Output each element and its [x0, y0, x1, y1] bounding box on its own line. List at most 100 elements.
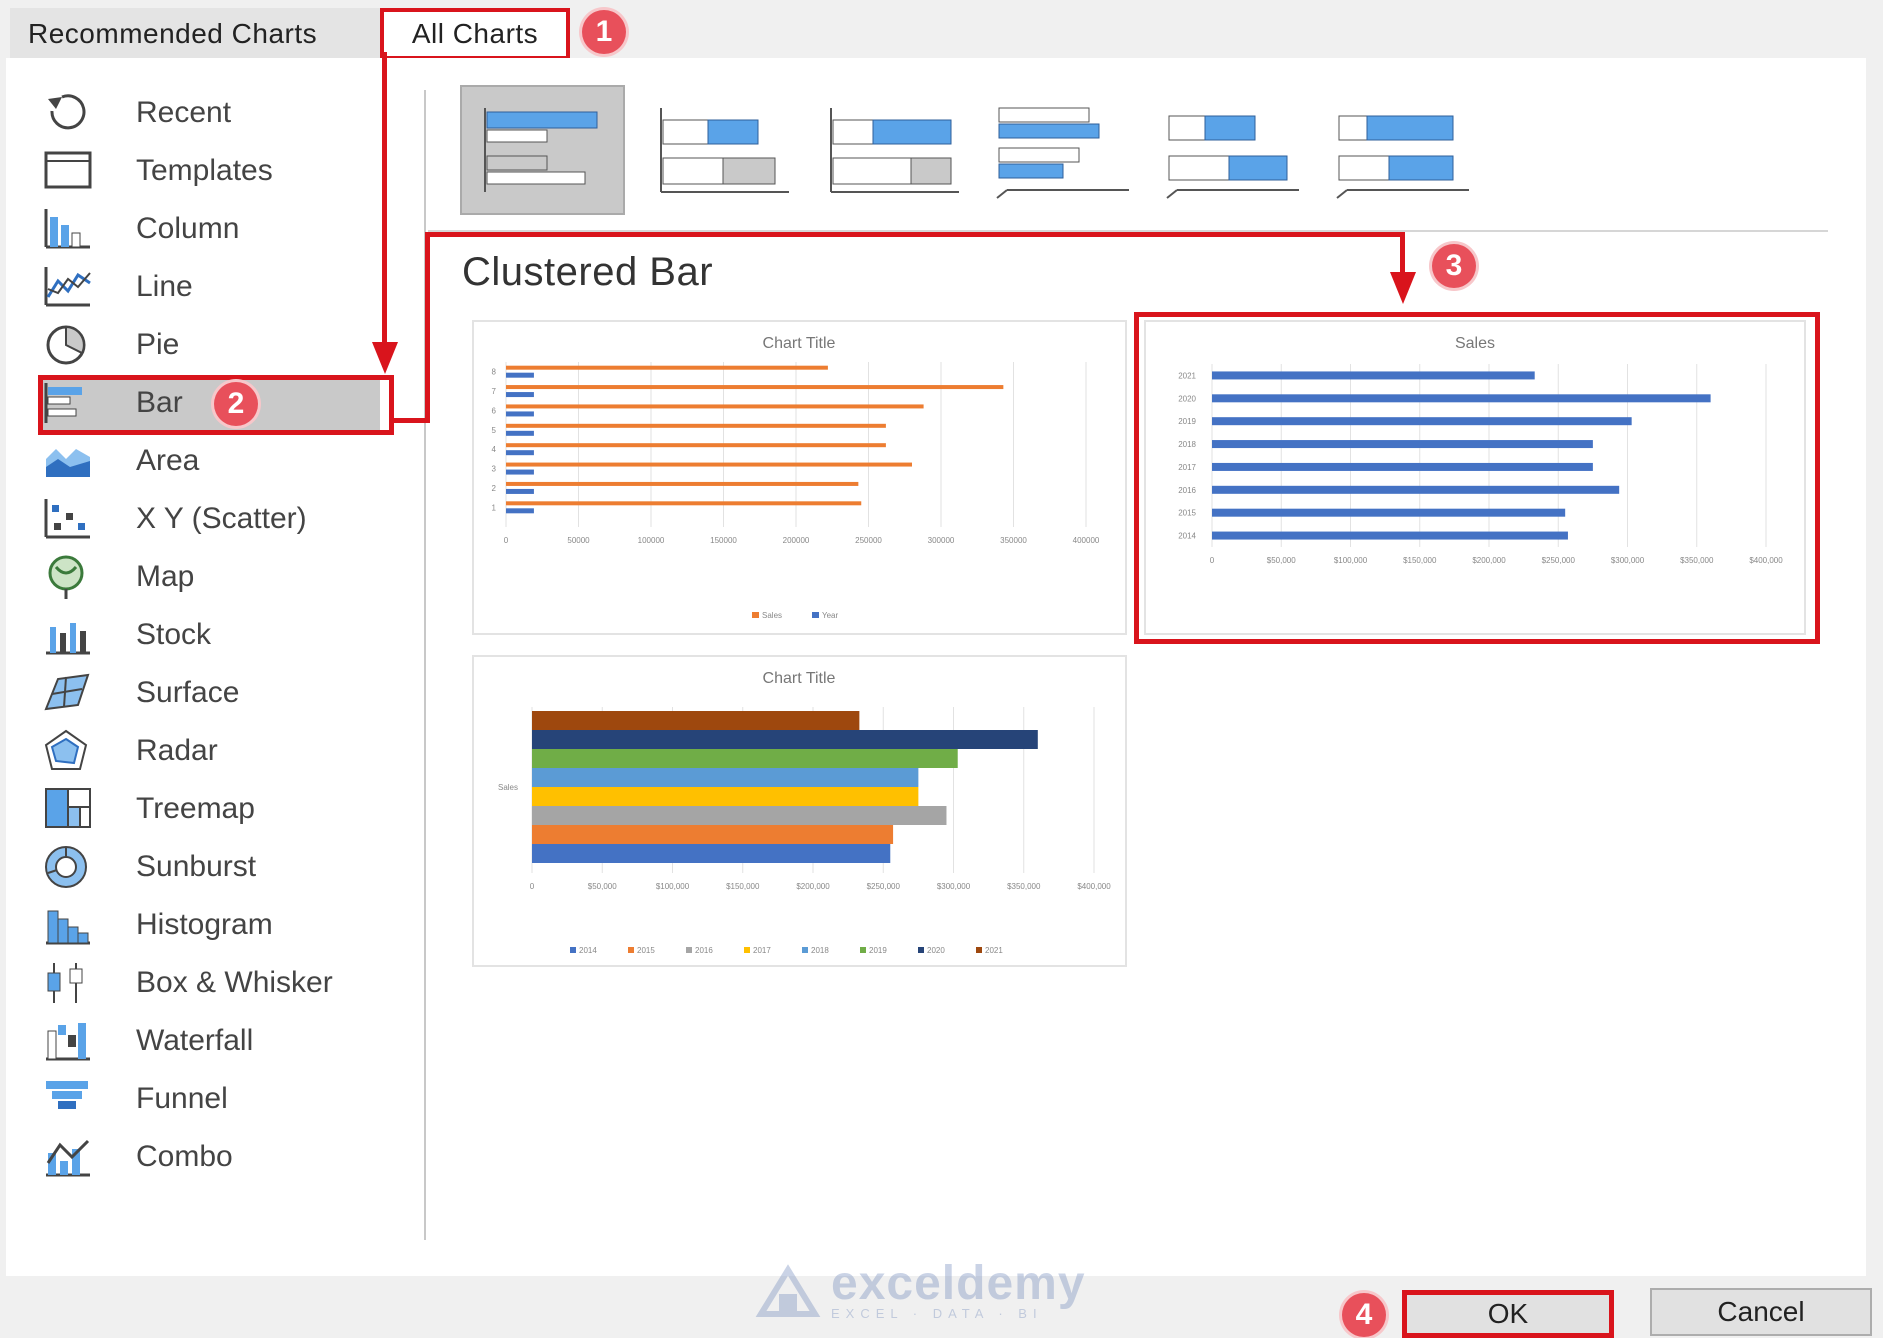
legend-label: 2015: [637, 946, 655, 955]
legend-swatch: [752, 612, 759, 618]
nav-item-radar[interactable]: Radar: [40, 723, 380, 779]
y-tick-label: 8: [492, 368, 497, 377]
nav-item-x-y-scatter[interactable]: X Y (Scatter): [40, 491, 380, 547]
y-tick-label: 7: [492, 387, 497, 396]
nav-item-label: Sunburst: [136, 850, 257, 883]
step-badge-4: 4: [1342, 1293, 1386, 1337]
step-badge-1: 1: [582, 10, 626, 54]
y-tick-label: 5: [492, 426, 497, 435]
scatter-chart-icon: [40, 495, 96, 543]
y-tick-label: 2: [492, 484, 497, 493]
nav-item-column[interactable]: Column: [40, 201, 380, 257]
bar-year: [506, 450, 534, 456]
bar-sales: [506, 404, 924, 409]
nav-item-sunburst[interactable]: Sunburst: [40, 839, 380, 895]
nav-item-map[interactable]: Map: [40, 549, 380, 605]
bar-2014: [532, 844, 891, 863]
tab-recommended-charts[interactable]: Recommended Charts: [10, 8, 396, 60]
nav-item-label: Area: [136, 444, 200, 477]
nav-item-line[interactable]: Line: [40, 259, 380, 315]
arrow-down-icon: [372, 342, 398, 374]
x-tick-label: $100,000: [656, 882, 690, 891]
bar-sales: [506, 423, 886, 428]
subtype-100-stacked-bar[interactable]: [810, 85, 975, 215]
legend-label: 2017: [753, 946, 771, 955]
x-tick-label: $350,000: [1007, 882, 1041, 891]
nav-item-histogram[interactable]: Histogram: [40, 897, 380, 953]
chart-preview-3[interactable]: Chart Title 0 $50,000 $100,000 $150,000 $200,…: [472, 655, 1127, 967]
nav-item-label: Surface: [136, 676, 240, 709]
legend-swatch: [570, 947, 576, 953]
nav-item-surface[interactable]: Surface: [40, 665, 380, 721]
nav-item-recent[interactable]: Recent: [40, 85, 380, 141]
y-tick-label: 3: [492, 465, 497, 474]
x-tick-label: 100000: [638, 536, 665, 545]
3d-percent-stacked-bar-icon: [1335, 115, 1469, 199]
x-tick-label: 350000: [1000, 536, 1027, 545]
nav-item-treemap[interactable]: Treemap: [40, 781, 380, 837]
chart-title: Chart Title: [763, 670, 836, 687]
x-tick-label: 50000: [567, 536, 590, 545]
legend-label: Sales: [762, 611, 782, 620]
bar-year: [506, 392, 534, 398]
legend-label: 2021: [985, 946, 1003, 955]
x-tick-label: $400,000: [1077, 882, 1111, 891]
nav-item-label: Radar: [136, 734, 218, 767]
nav-item-label: Combo: [136, 1140, 233, 1173]
nav-item-box-whisker[interactable]: Box & Whisker: [40, 955, 380, 1011]
x-tick-label: 250000: [855, 536, 882, 545]
cancel-button[interactable]: Cancel: [1650, 1288, 1872, 1336]
pie-chart-icon: [40, 321, 96, 369]
legend-label: 2020: [927, 946, 945, 955]
ok-button[interactable]: OK: [1402, 1290, 1614, 1338]
bar-sales: [506, 443, 886, 448]
box-whisker-icon: [40, 959, 96, 1007]
tab-all-charts[interactable]: All Charts: [380, 8, 570, 60]
x-tick-label: $150,000: [726, 882, 760, 891]
bar-2021: [532, 711, 860, 730]
subtype-3d-stacked-bar[interactable]: [1150, 85, 1315, 215]
subtype-3d-clustered-bar[interactable]: [980, 85, 1145, 215]
legend-label: 2014: [579, 946, 597, 955]
legend-swatch: [686, 947, 692, 953]
bar-2017: [532, 787, 919, 806]
x-tick-label: 0: [530, 882, 535, 891]
x-tick-label: 400000: [1073, 536, 1100, 545]
nav-item-stock[interactable]: Stock: [40, 607, 380, 663]
histogram-icon: [40, 901, 96, 949]
legend-swatch: [802, 947, 808, 953]
bar-2018: [532, 768, 919, 787]
nav-item-pie[interactable]: Pie: [40, 317, 380, 373]
nav-item-waterfall[interactable]: Waterfall: [40, 1013, 380, 1069]
y-tick-label: 4: [492, 445, 497, 454]
subtype-clustered-bar[interactable]: [460, 85, 625, 215]
subtype-3d-100-stacked-bar[interactable]: [1320, 85, 1485, 215]
surface-chart-icon: [40, 669, 96, 717]
chart-preview-3-svg: Chart Title 0 $50,000 $100,000 $150,000 $200,…: [498, 670, 1111, 955]
ok-label: OK: [1487, 1298, 1529, 1329]
bar-sales: [506, 501, 862, 506]
nav-item-label: Histogram: [136, 908, 273, 941]
bar-sales: [506, 481, 859, 486]
nav-item-combo[interactable]: Combo: [40, 1129, 380, 1185]
nav-item-label: X Y (Scatter): [136, 502, 307, 535]
legend-label: 2018: [811, 946, 829, 955]
nav-item-templates[interactable]: Templates: [40, 143, 380, 199]
legend-swatch: [744, 947, 750, 953]
waterfall-icon: [40, 1017, 96, 1065]
bar-year: [506, 508, 534, 514]
chart-preview-1[interactable]: Chart Title 0 50000 100000 150000 200000 25000…: [472, 320, 1127, 635]
nav-item-label: Line: [136, 270, 193, 303]
x-tick-label: 150000: [710, 536, 737, 545]
subtype-stacked-bar[interactable]: [640, 85, 805, 215]
stacked-bar-icon: [659, 108, 789, 193]
x-tick-label: 300000: [928, 536, 955, 545]
nav-item-funnel[interactable]: Funnel: [40, 1071, 380, 1127]
nav-item-label: Box & Whisker: [136, 966, 333, 999]
nav-item-area[interactable]: Area: [40, 433, 380, 489]
nav-item-label: Column: [136, 212, 240, 245]
cancel-label: Cancel: [1717, 1296, 1805, 1327]
bar-2015: [532, 825, 894, 844]
bar-sales: [506, 462, 912, 467]
legend-swatch: [628, 947, 634, 953]
